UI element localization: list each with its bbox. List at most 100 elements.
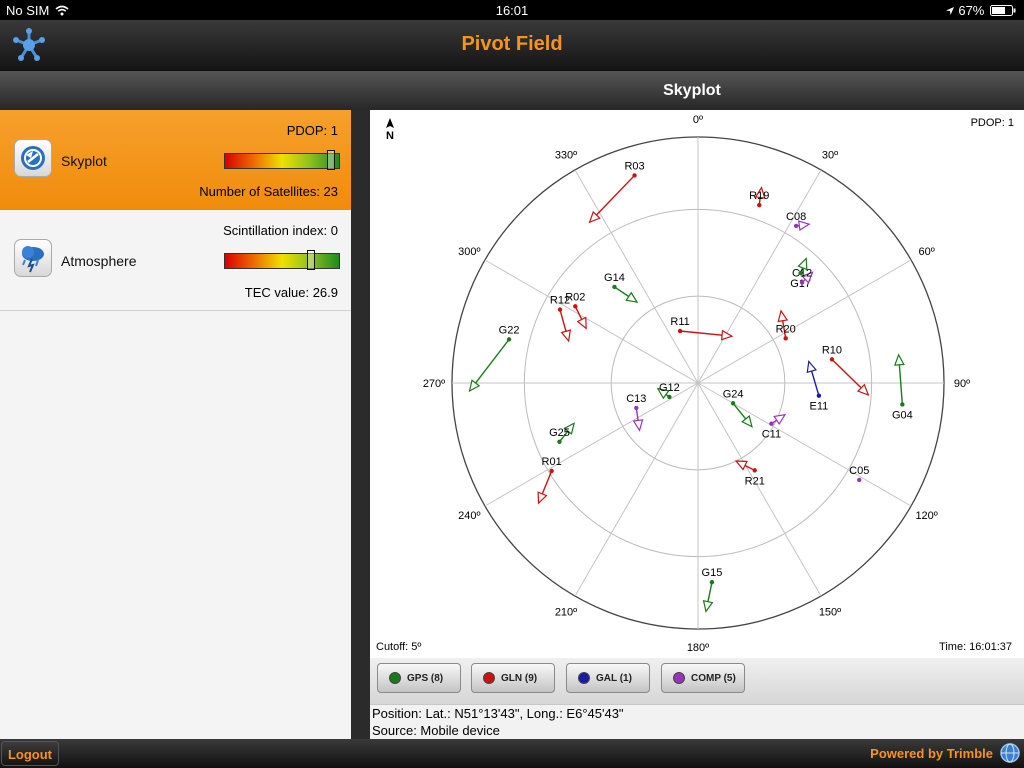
azimuth-spoke	[697, 382, 822, 597]
satellite-G12[interactable]: G12	[656, 382, 680, 400]
satellite-arrowhead	[702, 600, 714, 613]
storm-cloud-icon	[14, 239, 52, 277]
satellite-dot	[667, 394, 672, 400]
satellite-R10[interactable]: R10	[822, 344, 870, 396]
satellite-label: C11	[762, 429, 781, 441]
satellite-R11[interactable]: R11	[670, 316, 734, 341]
panel-divider	[351, 110, 370, 739]
satellite-dot	[829, 357, 835, 362]
skyplot-chart: 0º 30º 60º 90º 120º 150º 180º 210º 240º 270º 300º 3…	[376, 114, 1014, 654]
source-text: Source: Mobile device	[372, 723, 500, 738]
logout-button[interactable]: Logout	[1, 741, 59, 766]
satellite-track	[541, 470, 553, 495]
sidebar-item-label: Skyplot	[61, 153, 107, 169]
scintillation-label: Scintillation index: 0	[223, 223, 338, 238]
satellite-C11[interactable]: C11	[762, 413, 787, 441]
satellite-track	[898, 364, 904, 405]
satellite-track	[614, 286, 630, 298]
satellite-arrowhead	[777, 309, 789, 323]
satellite-label: R21	[745, 475, 765, 487]
satellite-G04[interactable]: G04	[892, 353, 913, 422]
satellite-track	[595, 174, 636, 216]
sidebar-item-atmosphere[interactable]: Scintillation index: 0 Atmosphere TEC va…	[0, 210, 351, 311]
satellite-G15[interactable]: G15	[702, 567, 723, 613]
gal-dot	[578, 672, 590, 684]
position-text: Position: Lat.: N51°13'43", Long.: E6°45…	[372, 706, 624, 721]
sidebar-item-label: Atmosphere	[61, 253, 137, 269]
battery-percent: 67%	[958, 3, 985, 18]
satellite-G14[interactable]: G14	[604, 272, 639, 303]
page-header: Skyplot	[0, 70, 1024, 111]
legend-label: GPS (8)	[407, 673, 444, 684]
satellite-dot	[506, 337, 512, 342]
legend-label: GLN (9)	[501, 673, 538, 684]
satellite-G24[interactable]: G24	[723, 388, 753, 428]
azimuth-label: 270º	[423, 378, 445, 390]
satellite-label: R03	[624, 160, 644, 172]
satellite-dot	[793, 223, 799, 229]
legend-gln-button[interactable]: GLN (9)	[471, 663, 555, 693]
satellite-arrowhead	[806, 360, 817, 374]
sidebar-item-skyplot[interactable]: PDOP: 1 Skyplot Number of Satellites: 23	[0, 110, 351, 210]
satellite-C13[interactable]: C13	[626, 393, 646, 432]
satellite-label: G12	[659, 382, 680, 394]
azimuth-label: 150º	[819, 607, 841, 619]
satellite-dot	[816, 393, 822, 398]
gln-dot	[483, 672, 495, 684]
satellite-label: R19	[749, 190, 769, 202]
satellite-C08[interactable]: C08	[786, 211, 811, 231]
satellite-label: R12	[550, 295, 570, 307]
satellite-label: R20	[776, 323, 796, 335]
satellite-dot	[557, 307, 563, 312]
tec-value-label: TEC value: 26.9	[244, 285, 338, 300]
satellite-track	[680, 330, 723, 336]
legend-label: COMP (5)	[691, 673, 736, 684]
legend-gps-button[interactable]: GPS (8)	[377, 663, 461, 693]
left-panel: PDOP: 1 Skyplot Number of Satellites: 23…	[0, 110, 351, 739]
satellite-track	[475, 338, 510, 384]
satellite-arrowhead	[625, 291, 639, 303]
pdop-bar	[224, 150, 340, 170]
satellite-label: G24	[723, 388, 744, 400]
satellite-arrowhead	[468, 379, 481, 393]
satellite-dot	[709, 580, 715, 585]
azimuth-label: 120º	[915, 510, 937, 522]
satellite-label: C13	[626, 393, 646, 405]
satellite-C05[interactable]: C05	[849, 465, 869, 483]
powered-by-label: Powered by Trimble	[870, 746, 993, 761]
satellite-count-label: Number of Satellites: 23	[199, 184, 338, 199]
satellite-label: R01	[542, 456, 562, 468]
cutoff-label: Cutoff: 5º	[376, 641, 421, 653]
satellite-E11[interactable]: E11	[806, 360, 828, 413]
title-bar: Pivot Field	[0, 20, 1024, 70]
app-title: Pivot Field	[461, 33, 563, 55]
satellite-dot	[757, 202, 762, 208]
legend-comp-button[interactable]: COMP (5)	[661, 663, 745, 693]
legend-bar: GPS (8) GLN (9) GAL (1) COMP (5)	[370, 658, 1024, 704]
skyplot-view[interactable]: 0º 30º 60º 90º 120º 150º 180º 210º 240º 270º 300º 3…	[370, 110, 1024, 658]
satellite-R12[interactable]: R12	[550, 295, 572, 343]
satellite-G25[interactable]: G25	[549, 422, 576, 445]
azimuth-label: 330º	[555, 149, 577, 161]
comp-dot	[673, 672, 685, 684]
satellite-label: R11	[670, 316, 689, 328]
satellite-label: G15	[702, 567, 723, 579]
satellite-track	[831, 358, 862, 389]
satellite-arrowhead	[734, 460, 748, 471]
satellite-R03[interactable]: R03	[588, 160, 645, 224]
azimuth-spoke	[574, 169, 699, 384]
satellite-label: G14	[604, 272, 625, 284]
gps-dot	[389, 672, 401, 684]
satellite-G22[interactable]: G22	[468, 324, 520, 393]
satellite-dot	[632, 173, 637, 178]
satellite-dot	[730, 401, 736, 406]
satellite-label: C12	[792, 267, 812, 279]
satellite-dot	[634, 405, 639, 411]
satellite-R19[interactable]: R19	[749, 186, 769, 208]
legend-gal-button[interactable]: GAL (1)	[566, 663, 650, 693]
satellite-R01[interactable]: R01	[537, 456, 562, 505]
satellite-dot	[783, 336, 788, 341]
satellite-label: C08	[786, 211, 806, 223]
trimble-globe-icon[interactable]	[999, 742, 1021, 764]
status-time: 16:01	[495, 3, 529, 18]
